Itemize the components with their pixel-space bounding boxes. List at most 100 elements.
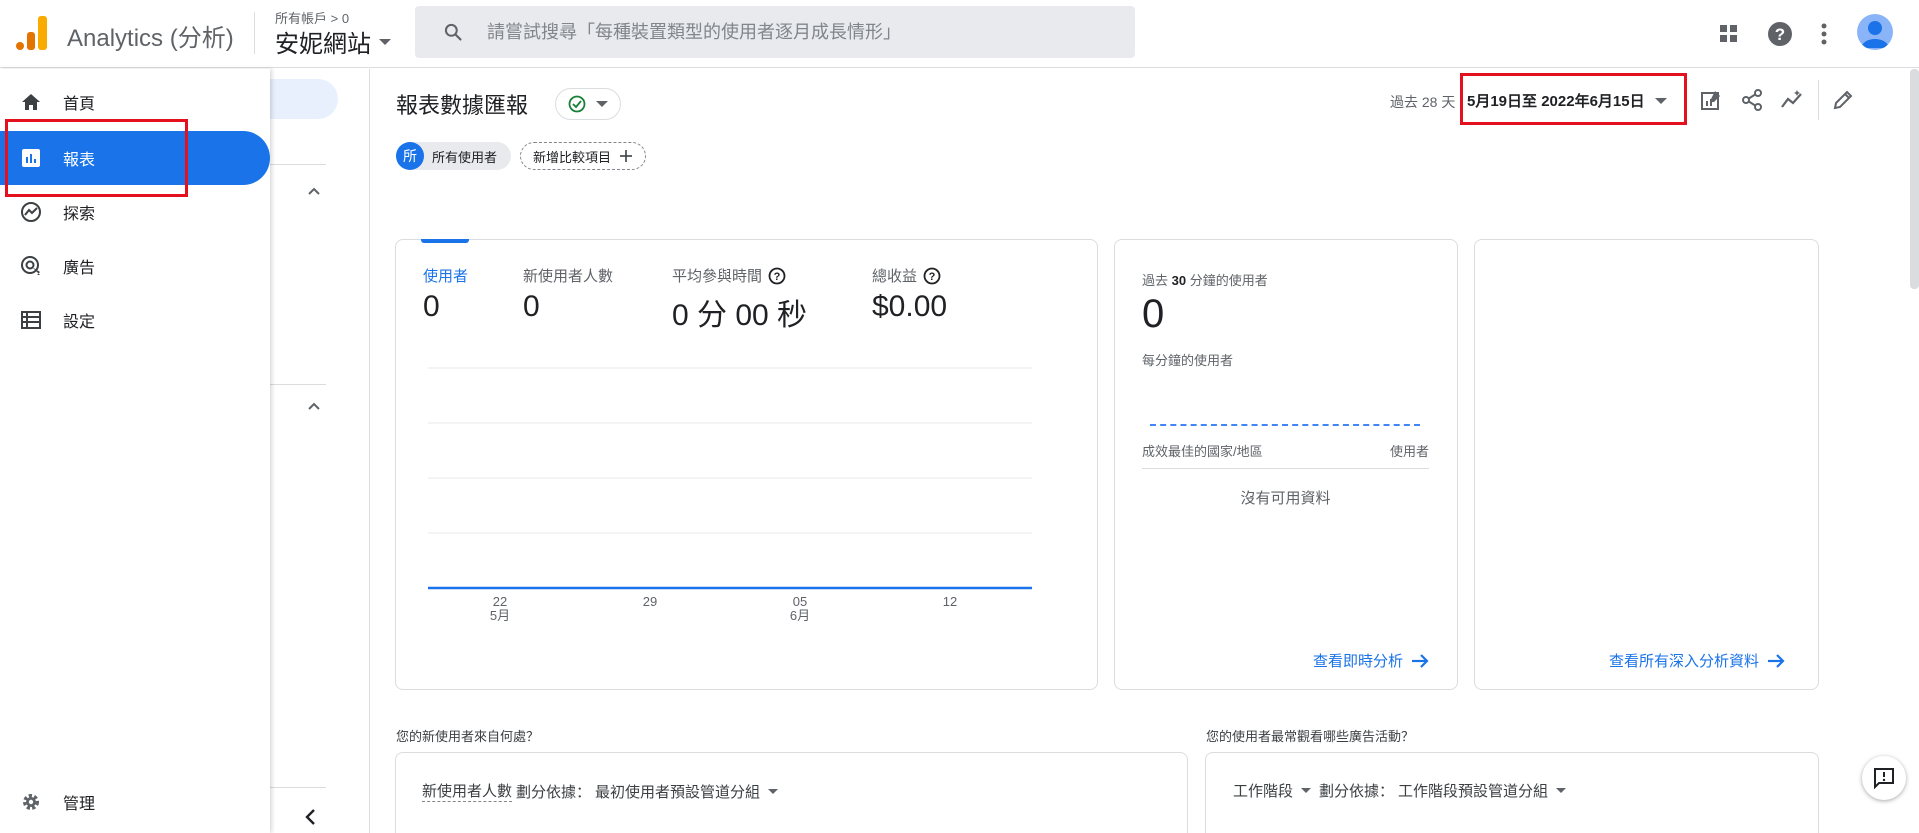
page-scrollbar[interactable]: [1910, 69, 1919, 289]
gear-icon: [20, 791, 42, 813]
chevron-down-icon[interactable]: [768, 788, 779, 794]
toolbar-divider: [1818, 80, 1819, 120]
feedback-button[interactable]: [1862, 756, 1906, 800]
link-label: 查看即時分析: [1313, 653, 1404, 670]
arrow-right-icon: [1768, 653, 1785, 668]
realtime-table-header: 成效最佳的國家/地區 使用者: [1142, 441, 1429, 469]
link-label: 查看所有深入分析資料: [1609, 653, 1760, 670]
kpi-total-revenue[interactable]: 總收益 ? $0.00: [872, 265, 947, 324]
nav-item-label: 首頁: [63, 96, 96, 113]
chevron-up-icon[interactable]: [308, 187, 320, 195]
help-icon[interactable]: ?: [1764, 18, 1796, 50]
header-divider: [254, 12, 255, 54]
nav-item-advertising[interactable]: 廣告: [0, 239, 270, 293]
nav-item-admin[interactable]: 管理: [0, 775, 270, 829]
kpi-value: 0: [523, 290, 540, 323]
account-avatar[interactable]: [1857, 14, 1893, 50]
add-comparison-button[interactable]: 新增比較項目: [520, 142, 647, 170]
subnav-active-pill[interactable]: [270, 79, 338, 119]
kpi-label: 平均參與時間: [672, 268, 763, 285]
x-tick-label: 05: [793, 594, 807, 609]
property-selector[interactable]: 安妮網站: [275, 24, 391, 59]
subnav-divider: [270, 787, 326, 788]
nav-item-label: 探索: [63, 206, 96, 223]
share-icon[interactable]: [1738, 86, 1766, 114]
chevron-up-icon[interactable]: [308, 402, 320, 410]
apps-grid-icon[interactable]: [1713, 18, 1745, 50]
kpi-label: 新使用者人數: [523, 268, 614, 285]
no-data-message: 沒有可用資料: [1240, 490, 1331, 507]
nav-item-configure[interactable]: 設定: [0, 293, 270, 347]
kpi-label: 總收益: [872, 268, 918, 285]
segment-label: 所有使用者: [432, 149, 498, 165]
kpi-users[interactable]: 使用者 0: [423, 265, 468, 324]
kpi-new-users[interactable]: 新使用者人數 0: [523, 265, 613, 324]
svg-text:?: ?: [929, 271, 936, 283]
customize-report-icon[interactable]: [1697, 86, 1725, 114]
insights-icon[interactable]: [1778, 86, 1806, 114]
kpi-avg-engagement[interactable]: 平均參與時間 ? 0 分 00 秒: [672, 265, 807, 334]
check-circle-icon: [568, 95, 586, 113]
column-header: 使用者: [1389, 444, 1429, 459]
analytics-logo[interactable]: [16, 14, 48, 50]
nav-item-label: 廣告: [63, 260, 96, 277]
nav-item-label: 管理: [63, 796, 96, 813]
page-title: 報表數據匯報: [396, 93, 529, 118]
dimension-prefix: 劃分依據：: [1319, 783, 1395, 800]
collapse-subnav-button[interactable]: [298, 805, 322, 829]
segment-chip[interactable]: 所 所有使用者: [396, 142, 512, 170]
metric-label[interactable]: 新使用者人數: [422, 780, 513, 802]
search-input[interactable]: [487, 6, 1117, 58]
column-header: 成效最佳的國家/地區: [1142, 444, 1263, 459]
nav-item-label: 設定: [63, 314, 96, 331]
realtime-title: 過去 30 分鐘的使用者: [1142, 273, 1268, 288]
property-name: 安妮網站: [275, 31, 371, 58]
arrow-right-icon: [1412, 653, 1429, 668]
explore-icon: [20, 201, 42, 223]
top-app-bar: Analytics (分析) 所有帳戶 > 0 安妮網站 ?: [0, 0, 1919, 68]
search-icon: [444, 23, 462, 41]
more-vert-icon[interactable]: [1808, 18, 1840, 50]
x-tick-label: 29: [643, 594, 657, 609]
kpi-value: $0.00: [872, 290, 948, 323]
feedback-icon: [1874, 768, 1894, 789]
campaigns-dimension-row: 工作階段 劃分依據： 工作階段預設管道分組: [1233, 780, 1570, 801]
chevron-down-icon: [596, 101, 608, 107]
realtime-value: 0: [1142, 292, 1165, 336]
data-status-chip[interactable]: [555, 88, 621, 120]
kpi-value: 0 分 00 秒: [672, 299, 808, 332]
help-outline-icon[interactable]: ?: [768, 267, 786, 285]
date-range-label: 過去 28 天: [1390, 94, 1456, 110]
advertising-icon: [20, 255, 42, 277]
kpi-value: 0: [423, 290, 440, 323]
section-question: 您的新使用者來自何處？: [396, 729, 540, 744]
svg-text:?: ?: [774, 271, 781, 283]
x-tick-month-label: 5月: [490, 608, 510, 623]
users-line-chart[interactable]: 225月 29 056月 12: [420, 360, 1040, 630]
chevron-down-icon[interactable]: [1556, 788, 1567, 793]
highlight-box: [5, 119, 188, 197]
chevron-down-icon[interactable]: [1301, 788, 1312, 793]
dimension-selector[interactable]: 最初使用者預設管道分組: [595, 781, 760, 802]
dimension-selector[interactable]: 工作階段預設管道分組: [1398, 780, 1548, 801]
insights-card: [1474, 239, 1819, 690]
kpi-label: 使用者: [423, 268, 469, 285]
chevron-down-icon: [379, 38, 391, 45]
per-minute-sparkline: [1150, 424, 1420, 426]
view-all-insights-link[interactable]: 查看所有深入分析資料: [1609, 650, 1785, 671]
app-title: Analytics (分析): [67, 25, 234, 52]
edit-pencil-icon[interactable]: [1829, 86, 1857, 114]
x-tick-label: 22: [493, 594, 507, 609]
active-metric-indicator: [421, 239, 469, 243]
realtime-sub-label: 每分鐘的使用者: [1142, 353, 1234, 368]
view-realtime-link[interactable]: 查看即時分析: [1313, 650, 1429, 671]
highlight-box: [1460, 73, 1687, 125]
new-users-dimension-row: 新使用者人數 劃分依據： 最初使用者預設管道分組: [422, 780, 782, 802]
x-tick-month-label: 6月: [790, 608, 810, 623]
subnav-divider: [270, 384, 326, 385]
add-comparison-label: 新增比較項目: [533, 149, 612, 165]
search-bar[interactable]: [415, 6, 1135, 58]
help-outline-icon[interactable]: ?: [923, 267, 941, 285]
metric-selector[interactable]: 工作階段: [1233, 780, 1293, 801]
section-question: 您的使用者最常觀看哪些廣告活動？: [1206, 729, 1415, 744]
